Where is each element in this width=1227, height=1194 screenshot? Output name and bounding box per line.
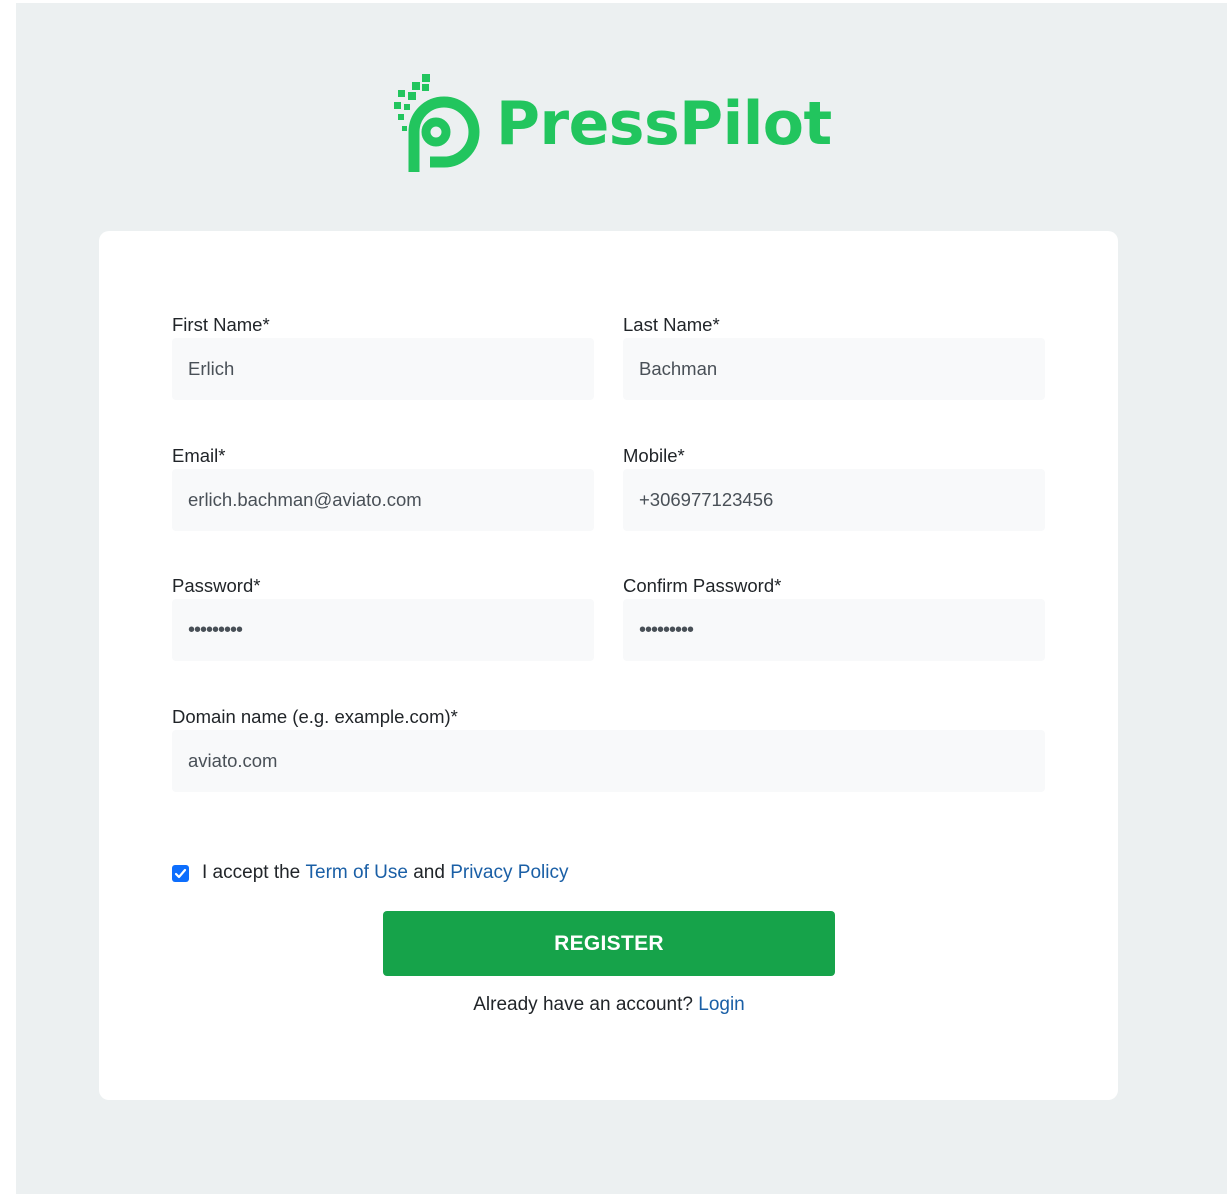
- domain-label: Domain name (e.g. example.com)*: [172, 706, 458, 727]
- brand-logo: PressPilot: [390, 72, 832, 176]
- last-name-value: Bachman: [639, 358, 718, 379]
- password-value: •••••••••: [188, 618, 243, 641]
- confirm-password-input[interactable]: •••••••••: [623, 599, 1045, 661]
- mobile-input[interactable]: +306977123456: [623, 469, 1045, 531]
- email-input[interactable]: erlich.bachman@aviato.com: [172, 469, 594, 531]
- terms-row: I accept the Term of Use and Privacy Pol…: [172, 862, 568, 884]
- mobile-label: Mobile*: [623, 445, 685, 466]
- login-link[interactable]: Login: [698, 994, 745, 1015]
- domain-input[interactable]: aviato.com: [172, 730, 1045, 792]
- confirm-password-value: •••••••••: [639, 618, 694, 641]
- mobile-value: +306977123456: [639, 489, 774, 510]
- first-name-input[interactable]: Erlich: [172, 338, 594, 400]
- privacy-policy-link[interactable]: Privacy Policy: [450, 862, 568, 884]
- terms-of-use-link[interactable]: Term of Use: [306, 862, 408, 884]
- first-name-value: Erlich: [188, 358, 235, 379]
- password-input[interactable]: •••••••••: [172, 599, 594, 661]
- last-name-field: Last Name* Bachman: [623, 313, 1045, 400]
- last-name-input[interactable]: Bachman: [623, 338, 1045, 400]
- email-label: Email*: [172, 445, 226, 466]
- login-prompt-text: Already have an account?: [473, 994, 693, 1015]
- confirm-password-field: Confirm Password* •••••••••: [623, 574, 1045, 661]
- first-name-label: First Name*: [172, 314, 270, 335]
- email-value: erlich.bachman@aviato.com: [188, 489, 422, 510]
- domain-field: Domain name (e.g. example.com)* aviato.c…: [172, 705, 1045, 792]
- domain-value: aviato.com: [188, 750, 278, 771]
- first-name-field: First Name* Erlich: [172, 313, 594, 400]
- terms-conjunction: and: [413, 862, 445, 883]
- confirm-password-label: Confirm Password*: [623, 575, 782, 596]
- password-field: Password* •••••••••: [172, 574, 594, 661]
- presspilot-logo-icon: [394, 74, 480, 172]
- last-name-label: Last Name*: [623, 314, 720, 335]
- password-label: Password*: [172, 575, 261, 596]
- email-field: Email* erlich.bachman@aviato.com: [172, 444, 594, 531]
- brand-name: PressPilot: [496, 89, 832, 159]
- register-button[interactable]: REGISTER: [383, 911, 835, 976]
- checkmark-icon: [174, 868, 187, 878]
- terms-checkbox[interactable]: [172, 864, 189, 882]
- login-prompt-row: Already have an account? Login: [383, 994, 835, 1016]
- mobile-field: Mobile* +306977123456: [623, 444, 1045, 531]
- terms-prefix: I accept the: [202, 862, 301, 883]
